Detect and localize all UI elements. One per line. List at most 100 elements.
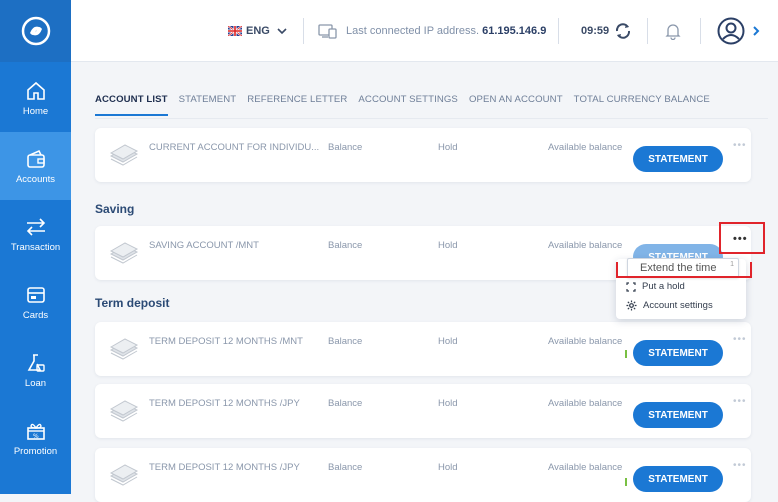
- balance-label: Balance: [328, 336, 363, 347]
- sidebar: Home Accounts Transaction Cards Loan % P…: [0, 0, 71, 494]
- account-card-current[interactable]: CURRENT ACCOUNT FOR INDIVIDU... Balance …: [95, 128, 751, 182]
- hold-label: Hold: [438, 462, 458, 473]
- hold-label: Hold: [438, 142, 458, 153]
- sidebar-item-promotion[interactable]: % Promotion: [0, 404, 71, 472]
- account-name: TERM DEPOSIT 12 MONTHS /JPY: [149, 398, 300, 409]
- tab-open-account[interactable]: OPEN AN ACCOUNT: [469, 94, 563, 116]
- hold-label: Hold: [438, 336, 458, 347]
- section-title-saving: Saving: [95, 202, 135, 216]
- status-mark: [625, 350, 627, 358]
- flask-icon: [27, 353, 45, 372]
- wallet-icon: [26, 149, 45, 168]
- statement-button[interactable]: STATEMENT: [633, 466, 723, 492]
- sidebar-item-cards[interactable]: Cards: [0, 268, 71, 336]
- card-icon: [26, 286, 45, 303]
- balance-label: Balance: [328, 240, 363, 251]
- svg-text:%: %: [33, 433, 39, 440]
- available-balance-label: Available balance: [548, 398, 623, 409]
- account-card-term-mnt[interactable]: TERM DEPOSIT 12 MONTHS /MNT Balance Hold…: [95, 322, 751, 376]
- sidebar-item-home[interactable]: Home: [0, 64, 71, 132]
- chevron-down-icon: [277, 28, 287, 35]
- refresh-icon: [615, 23, 631, 39]
- more-options-icon[interactable]: •••: [733, 233, 748, 245]
- available-balance-label: Available balance: [548, 240, 623, 251]
- highlight-box-more: •••: [719, 222, 765, 254]
- devices-icon: [318, 24, 337, 39]
- tab-statement[interactable]: STATEMENT: [179, 94, 237, 116]
- statement-button[interactable]: STATEMENT: [633, 146, 723, 172]
- home-icon: [26, 81, 45, 100]
- tabs-underline: [95, 118, 768, 119]
- balance-label: Balance: [328, 398, 363, 409]
- account-name: TERM DEPOSIT 12 MONTHS /JPY: [149, 462, 300, 473]
- tab-total-currency-balance[interactable]: TOTAL CURRENCY BALANCE: [574, 94, 710, 116]
- top-bar: ENG Last connected IP address. 61.195.14…: [71, 0, 778, 62]
- refresh-button[interactable]: [614, 0, 632, 62]
- tab-reference-letter[interactable]: REFERENCE LETTER: [247, 94, 347, 116]
- money-stack-icon: [109, 400, 139, 422]
- more-options-icon[interactable]: •••: [733, 396, 747, 407]
- more-options-icon[interactable]: •••: [733, 334, 747, 345]
- hold-icon: [626, 281, 636, 292]
- chevron-right-icon: [753, 26, 760, 36]
- balance-label: Balance: [328, 462, 363, 473]
- sidebar-item-label: Cards: [22, 309, 49, 321]
- gift-icon: %: [26, 423, 45, 440]
- money-stack-icon: [109, 242, 139, 264]
- sidebar-item-label: Loan: [24, 377, 47, 389]
- menu-item-account-settings[interactable]: Account settings: [626, 300, 713, 311]
- menu-item-put-hold[interactable]: Put a hold: [626, 281, 685, 292]
- hold-label: Hold: [438, 398, 458, 409]
- money-stack-icon: [109, 338, 139, 360]
- gear-icon: [626, 300, 637, 311]
- account-name: SAVING ACCOUNT /MNT: [149, 240, 259, 251]
- language-selector[interactable]: ENG: [228, 0, 288, 62]
- transfer-arrows-icon: [26, 217, 45, 236]
- language-label: ENG: [246, 25, 270, 37]
- sidebar-item-label: Transaction: [10, 241, 61, 253]
- sidebar-item-label: Promotion: [13, 445, 58, 457]
- ip-value: 61.195.146.9: [482, 25, 547, 37]
- tab-account-list[interactable]: ACCOUNT LIST: [95, 94, 168, 116]
- statement-button[interactable]: STATEMENT: [633, 402, 723, 428]
- account-tabs: ACCOUNT LIST STATEMENT REFERENCE LETTER …: [95, 94, 721, 116]
- balance-label: Balance: [328, 142, 363, 153]
- uk-flag-icon: [228, 26, 242, 36]
- profile-button[interactable]: [717, 0, 761, 62]
- available-balance-label: Available balance: [548, 462, 623, 473]
- user-avatar-icon: [717, 17, 745, 45]
- divider: [558, 18, 559, 44]
- sidebar-item-accounts[interactable]: Accounts: [0, 132, 71, 200]
- sidebar-item-loan[interactable]: Loan: [0, 336, 71, 404]
- hold-label: Hold: [438, 240, 458, 251]
- available-balance-label: Available balance: [548, 336, 623, 347]
- divider: [647, 18, 648, 44]
- section-title-term-deposit: Term deposit: [95, 296, 170, 310]
- notifications-button[interactable]: [665, 0, 681, 62]
- sidebar-item-label: Accounts: [15, 173, 56, 185]
- account-card-term-jpy[interactable]: TERM DEPOSIT 12 MONTHS /JPY Balance Hold…: [95, 384, 751, 438]
- sidebar-item-transaction[interactable]: Transaction: [0, 200, 71, 268]
- time-value: 09:59: [581, 25, 610, 37]
- account-name: TERM DEPOSIT 12 MONTHS /MNT: [149, 336, 303, 347]
- highlight-box-menu: [616, 262, 752, 278]
- account-name: CURRENT ACCOUNT FOR INDIVIDU...: [149, 142, 320, 153]
- last-ip-info: Last connected IP address. 61.195.146.9: [318, 0, 546, 62]
- available-balance-label: Available balance: [548, 142, 623, 153]
- ip-label: Last connected IP address.: [346, 25, 480, 37]
- divider: [700, 18, 701, 44]
- bell-icon: [665, 24, 681, 40]
- menu-item-label: Account settings: [643, 300, 713, 311]
- statement-button[interactable]: STATEMENT: [633, 340, 723, 366]
- money-stack-icon: [109, 464, 139, 486]
- bank-logo-icon[interactable]: [0, 0, 71, 62]
- sidebar-item-label: Home: [22, 105, 49, 117]
- session-time: 09:59: [581, 0, 609, 62]
- tab-account-settings[interactable]: ACCOUNT SETTINGS: [358, 94, 458, 116]
- money-stack-icon: [109, 144, 139, 166]
- more-options-icon[interactable]: •••: [733, 460, 747, 471]
- more-options-icon[interactable]: •••: [733, 140, 747, 151]
- menu-item-label: Put a hold: [642, 281, 685, 292]
- divider: [303, 18, 304, 44]
- status-mark: [625, 478, 627, 486]
